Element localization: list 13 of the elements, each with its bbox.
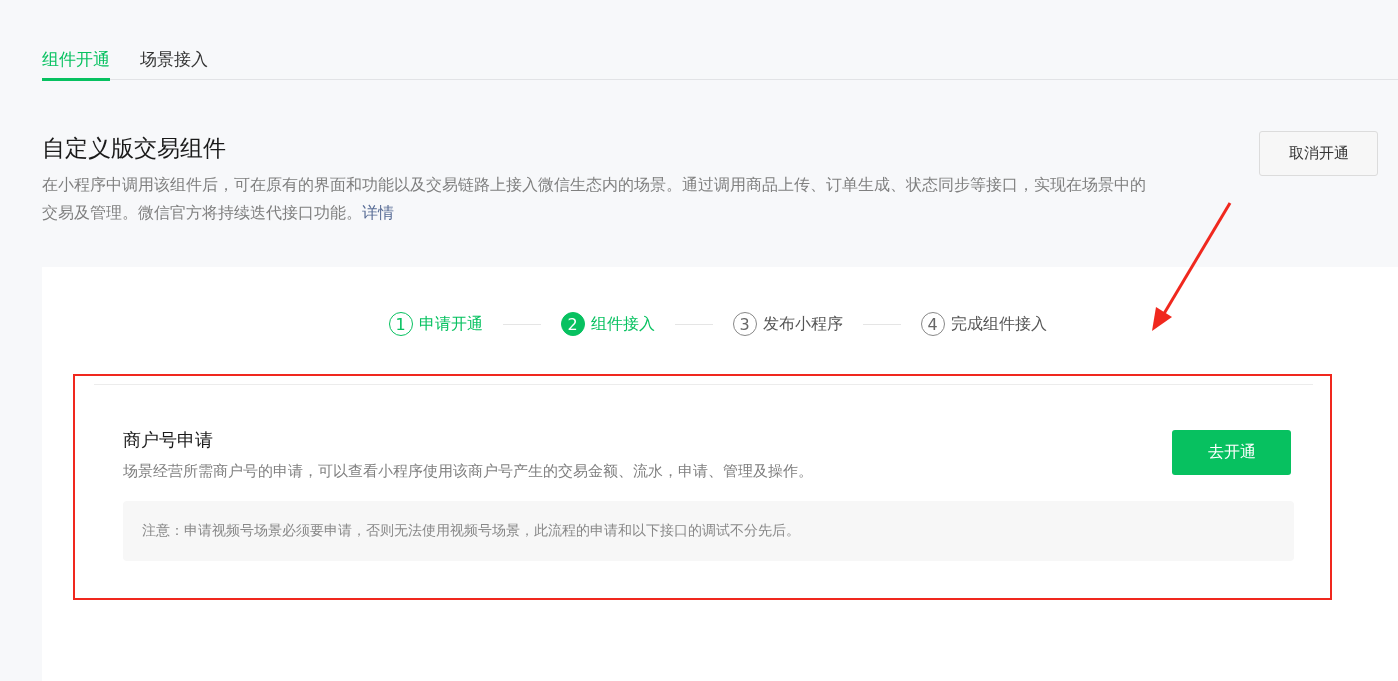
merchant-title: 商户号申请 <box>123 428 214 452</box>
step-label: 组件接入 <box>590 313 655 335</box>
tab[interactable]: 场景接入 <box>140 48 208 81</box>
step-label: 完成组件接入 <box>950 313 1047 335</box>
notice-text: 注意：申请视频号场景必须要申请，否则无法使用视频号场景，此流程的申请和以下接口的调试不分先后。 <box>142 522 800 538</box>
section-description: 在小程序中调用该组件后，可在原有的界面和功能以及交易链路上接入微信生态内的场景。通过调用商品上传、订单生成、状态同步等接口，实现在场景中的交易及管理。微信官方将持续迭代接口功能。详情 <box>42 174 1147 224</box>
merchant-description: 场景经营所需商户号的申请，可以查看小程序使用该商户号产生的交易金额、流水，申请、管理及操作。 <box>123 462 813 481</box>
step-label: 申请开通 <box>418 313 483 335</box>
section-title: 自定义版交易组件 <box>42 134 227 163</box>
step-number: 2 <box>560 312 585 336</box>
cancel-button[interactable]: 取消开通 <box>1259 131 1378 176</box>
details-link[interactable]: 详情 <box>362 203 394 222</box>
step-label: 发布小程序 <box>762 313 843 335</box>
